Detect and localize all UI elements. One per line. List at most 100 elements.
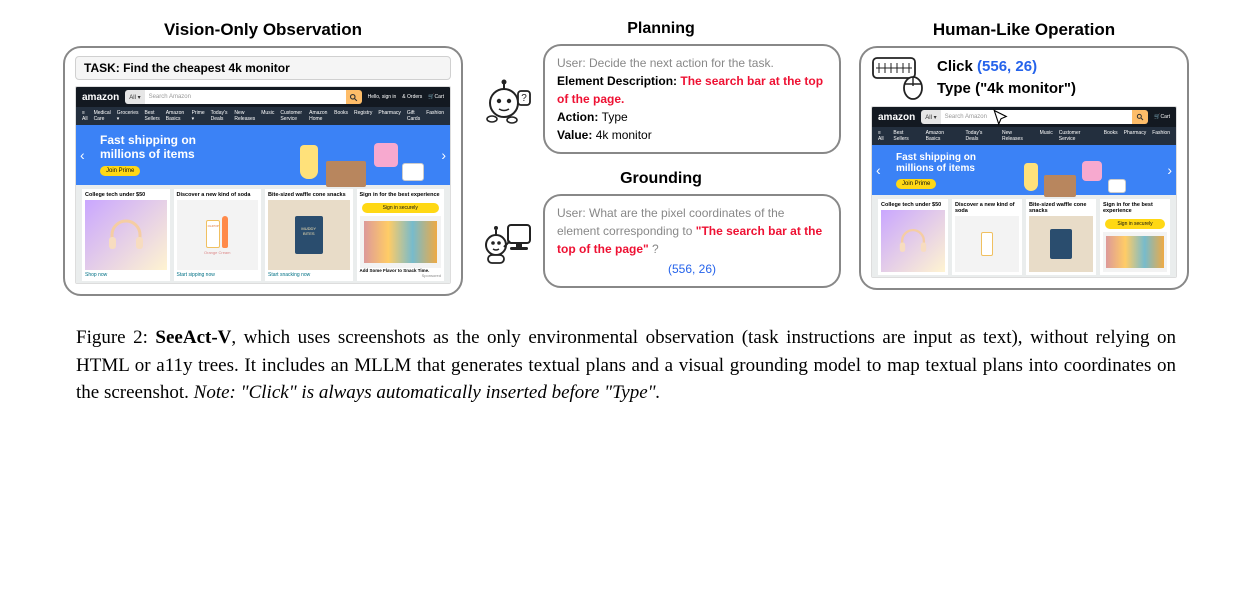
nav-item[interactable]: Music xyxy=(1040,130,1053,142)
grounding-row: User: What are the pixel coordinates of … xyxy=(481,194,841,288)
nav-item[interactable]: ≡ All xyxy=(878,130,887,142)
planning-row: ? User: Decide the next action for the t… xyxy=(481,44,841,154)
hero-product-box xyxy=(326,161,366,187)
amazon-logo[interactable]: amazon xyxy=(878,112,915,123)
caption-fig-label: Figure 2: xyxy=(76,327,155,348)
product-card[interactable]: College tech under $50 Shop now xyxy=(82,189,170,281)
nav-item[interactable]: Amazon Basics xyxy=(166,110,186,122)
nav-item[interactable]: Books xyxy=(334,110,348,122)
amazon-nav: ≡ All Medical Care Groceries ▾ Best Sell… xyxy=(76,107,450,125)
amazon-search-bar[interactable]: All ▾ Search Amazon xyxy=(125,90,361,104)
nav-item[interactable]: Pharmacy xyxy=(378,110,401,122)
signin-button[interactable]: Sign in securely xyxy=(362,203,440,213)
nav-item[interactable]: Fashion xyxy=(426,110,444,122)
search-icon xyxy=(349,93,358,102)
planning-action-line: Action: Type xyxy=(557,108,827,126)
card-link[interactable]: Shop now xyxy=(85,272,167,278)
snack-assortment xyxy=(364,221,437,263)
signin-button[interactable]: Sign in securely xyxy=(1105,219,1165,229)
nav-item[interactable]: Amazon Home xyxy=(309,110,328,122)
card-title: Discover a new kind of soda xyxy=(177,192,259,198)
header-account-links[interactable]: 🛒Cart xyxy=(1154,114,1170,120)
nav-item[interactable]: Pharmacy xyxy=(1124,130,1147,142)
popsicle xyxy=(222,216,228,248)
nav-item[interactable]: Medical Care xyxy=(94,110,111,122)
header-link[interactable]: & Orders xyxy=(402,94,422,100)
hero-product-pig xyxy=(374,143,398,167)
search-icon xyxy=(1136,113,1144,121)
keyboard-mouse-icon xyxy=(871,56,927,100)
header-link[interactable]: Hello, sign in xyxy=(368,94,397,100)
nav-item[interactable]: Today's Deals xyxy=(211,110,229,122)
nav-item[interactable]: Customer Service xyxy=(280,110,303,122)
grounding-title: Grounding xyxy=(620,170,702,188)
grounding-coords: (556, 26) xyxy=(557,260,827,278)
planning-user-line: User: Decide the next action for the tas… xyxy=(557,54,827,72)
hero-next-arrow[interactable]: › xyxy=(441,147,446,163)
search-category-selector[interactable]: All ▾ xyxy=(921,110,940,124)
nav-item[interactable]: Best Sellers xyxy=(144,110,159,122)
hero-cta-button[interactable]: Join Prime xyxy=(100,166,140,176)
hero-line1: Fast shipping on xyxy=(100,134,290,148)
product-card[interactable]: Bite-sized waffle cone snacks xyxy=(1026,199,1096,275)
card-image xyxy=(360,216,442,268)
search-button[interactable] xyxy=(1132,110,1148,124)
amazon-search-bar[interactable]: All ▾ Search Amazon xyxy=(921,110,1148,124)
nav-item[interactable]: Best Sellers xyxy=(893,130,919,142)
hero-text: Fast shipping on millions of items Join … xyxy=(882,152,1016,189)
grounding-bubble: User: What are the pixel coordinates of … xyxy=(543,194,841,288)
product-card[interactable]: College tech under $50 xyxy=(878,199,948,275)
card-link[interactable]: Start sipping now xyxy=(177,272,259,278)
hero-prev-arrow[interactable]: ‹ xyxy=(80,147,85,163)
column-vision: Vision-Only Observation TASK: Find the c… xyxy=(63,20,463,296)
nav-item[interactable]: Today's Deals xyxy=(966,130,996,142)
search-category-selector[interactable]: All ▾ xyxy=(125,90,144,104)
header-account-links[interactable]: Hello, sign in & Orders 🛒Cart xyxy=(368,94,444,100)
nav-item[interactable]: Gift Cards xyxy=(407,110,420,122)
hero-product-shoe xyxy=(402,163,424,181)
nav-item[interactable]: New Releases xyxy=(1002,130,1034,142)
operation-panel: Click (556, 26) Type ("4k monitor") amaz… xyxy=(859,46,1189,290)
cart-link[interactable]: 🛒Cart xyxy=(1154,114,1170,120)
hero-next-arrow[interactable]: › xyxy=(1167,162,1172,178)
hero-cta-button[interactable]: Join Prime xyxy=(896,179,936,189)
type-action-line: Type ("4k monitor") xyxy=(937,78,1076,100)
operation-title: Human-Like Operation xyxy=(933,20,1115,40)
hero-banner: ‹ Fast shipping on millions of items Joi… xyxy=(76,125,450,185)
nav-item[interactable]: Customer Service xyxy=(1059,130,1098,142)
amazon-logo[interactable]: amazon xyxy=(82,92,119,103)
nav-item[interactable]: New Releases xyxy=(234,110,255,122)
card-image xyxy=(85,200,167,270)
hero-prev-arrow[interactable]: ‹ xyxy=(876,162,881,178)
amazon-header: amazon All ▾ Search Amazon 🛒Cart xyxy=(872,107,1176,127)
product-card[interactable]: Discover a new kind of soda xyxy=(952,199,1022,275)
search-button[interactable] xyxy=(346,90,362,104)
hero-products xyxy=(290,133,440,177)
product-card[interactable]: Discover a new kind of soda OLIPOP Orang… xyxy=(174,189,262,281)
planning-bubble: User: Decide the next action for the tas… xyxy=(543,44,841,154)
operation-actions-row: Click (556, 26) Type ("4k monitor") xyxy=(871,56,1177,100)
nav-item[interactable]: Groceries ▾ xyxy=(117,110,139,122)
cart-link[interactable]: 🛒Cart xyxy=(428,94,444,100)
search-input[interactable]: Search Amazon xyxy=(145,90,346,104)
card-image: OLIPOP Orange Cream xyxy=(177,200,259,270)
card-link[interactable]: Start snacking now xyxy=(268,272,350,278)
hero-products xyxy=(1016,153,1166,187)
nav-item[interactable]: Prime ▾ xyxy=(192,110,205,122)
planning-title: Planning xyxy=(627,20,695,38)
card-image: MUDDYBITES xyxy=(268,200,350,270)
nav-item[interactable]: Books xyxy=(1104,130,1118,142)
amazon-screenshot-result: amazon All ▾ Search Amazon 🛒Cart ≡ All B xyxy=(871,106,1177,278)
click-action-line: Click (556, 26) xyxy=(937,56,1076,78)
nav-item[interactable]: Registry xyxy=(354,110,372,122)
nav-item[interactable]: Music xyxy=(261,110,274,122)
nav-item[interactable]: Amazon Basics xyxy=(926,130,960,142)
nav-item[interactable]: ≡ All xyxy=(82,110,88,122)
planning-value-line: Value: 4k monitor xyxy=(557,126,827,144)
soda-can: OLIPOP xyxy=(206,220,220,248)
product-cards-row: College tech under $50 Discover a new ki… xyxy=(872,195,1176,277)
nav-item[interactable]: Fashion xyxy=(1152,130,1170,142)
product-card[interactable]: Bite-sized waffle cone snacks MUDDYBITES… xyxy=(265,189,353,281)
snack-bag: MUDDYBITES xyxy=(295,216,323,254)
search-input[interactable]: Search Amazon xyxy=(941,110,1133,124)
